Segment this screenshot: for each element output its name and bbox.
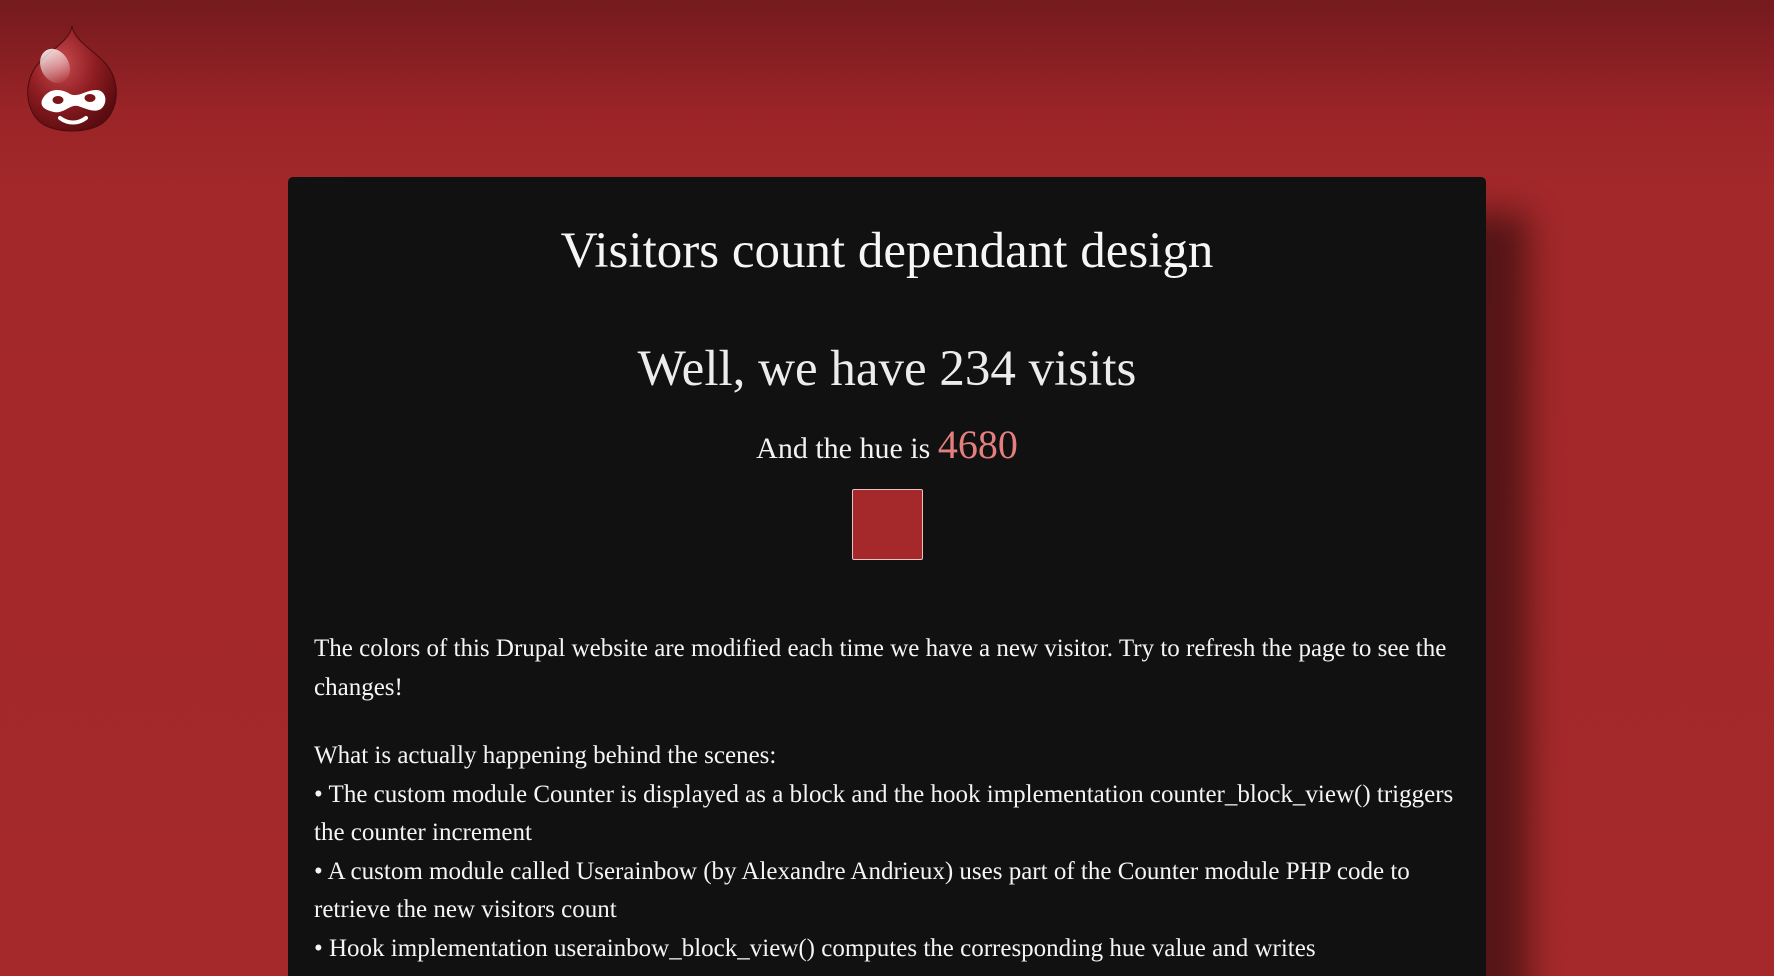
list-item: • A custom module called Userainbow (by … [314,857,1410,924]
main-panel: Visitors count dependant design Well, we… [288,177,1486,976]
drupal-logo-icon[interactable] [20,22,124,136]
behind-scenes-section: What is actually happening behind the sc… [314,737,1460,968]
hue-value: 4680 [937,422,1018,467]
description-content: The colors of this Drupal website are mo… [314,630,1460,968]
intro-paragraph: The colors of this Drupal website are mo… [314,635,1447,701]
behind-scenes-heading: What is actually happening behind the sc… [314,742,777,769]
visits-count-heading: Well, we have 234 visits [637,341,1137,397]
hue-line: And the hue is 4680 [314,425,1460,469]
list-item: • The custom module Counter is displayed… [314,780,1454,847]
list-item: • Hook implementation userainbow_block_v… [314,934,1316,962]
hue-color-swatch [851,489,923,560]
hue-label: And the hue is [756,432,938,465]
page-title: Visitors count dependant design [560,223,1214,279]
